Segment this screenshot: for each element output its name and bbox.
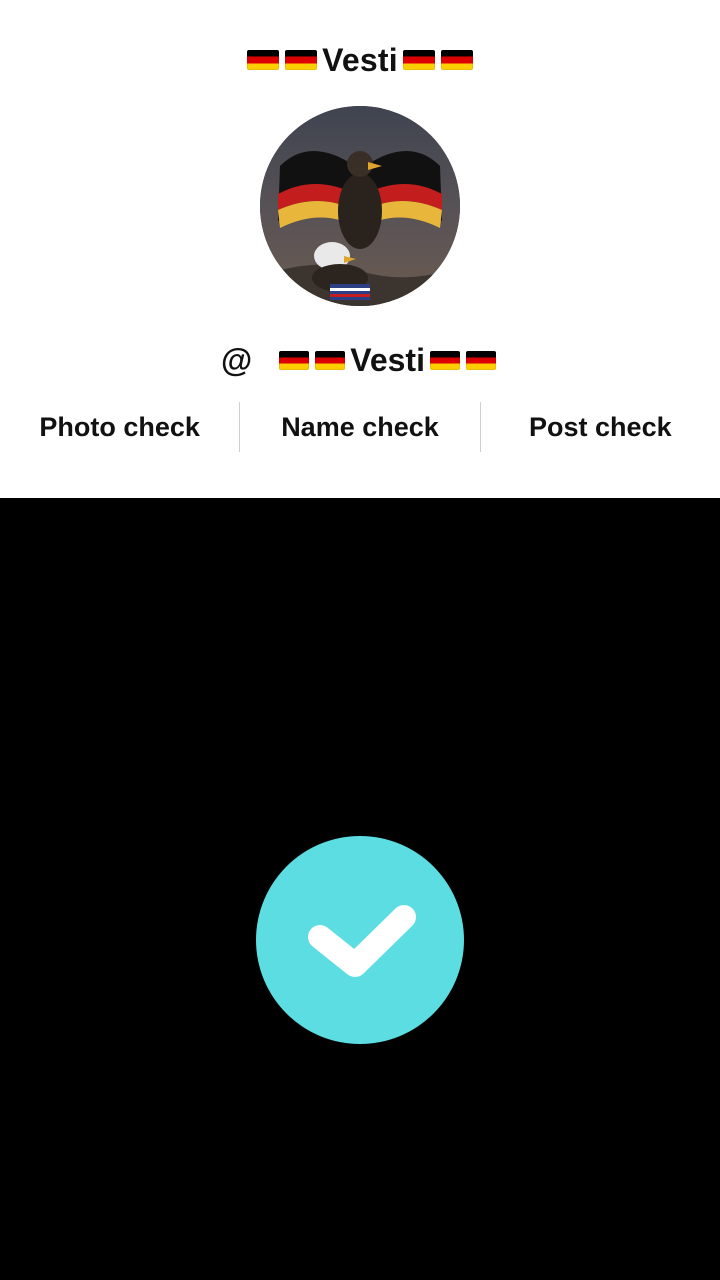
germany-flag-icon	[315, 350, 346, 370]
germany-flag-icon	[279, 350, 310, 370]
profile-name: Vesti	[322, 41, 398, 78]
tab-name-check[interactable]: Name check	[240, 402, 479, 452]
profile-title: Vesti	[0, 38, 720, 82]
eagle-avatar-image	[260, 106, 460, 306]
germany-flag-icon	[247, 50, 280, 70]
avatar[interactable]	[260, 106, 460, 306]
germany-flag-icon	[465, 350, 496, 370]
germany-flag-icon	[429, 350, 460, 370]
handle-name: Vesti	[350, 341, 425, 378]
germany-flag-icon	[402, 50, 435, 70]
germany-flag-icon	[285, 50, 318, 70]
tab-photo-check[interactable]: Photo check	[0, 402, 239, 452]
germany-flag-icon	[440, 50, 473, 70]
profile-handle: @ Vesti	[0, 338, 720, 382]
check-tabs: Photo check Name check Post check	[0, 402, 720, 452]
checkmark-icon	[256, 836, 464, 1044]
success-check-button[interactable]	[256, 836, 464, 1044]
handle-prefix: @	[221, 341, 253, 378]
page: Vesti @ Vesti Photo check Name check Pos…	[0, 0, 720, 1280]
profile-panel: Vesti @ Vesti Photo check Name check Pos…	[0, 0, 720, 498]
tab-post-check[interactable]: Post check	[481, 402, 720, 452]
